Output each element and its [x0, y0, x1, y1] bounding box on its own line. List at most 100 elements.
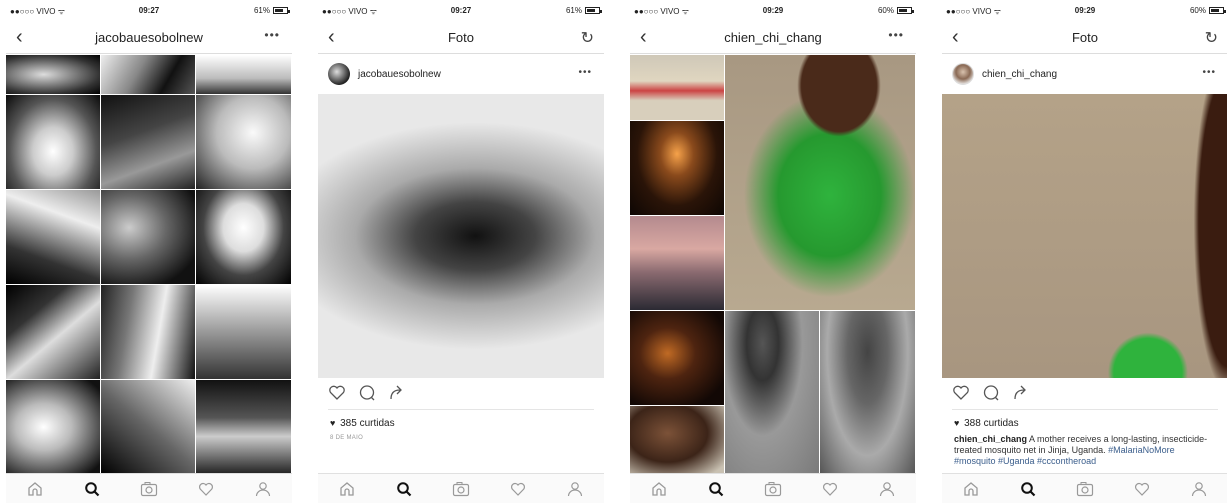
- grid-photo[interactable]: [6, 380, 101, 473]
- grid-photo[interactable]: [630, 55, 725, 121]
- grid-photo[interactable]: [196, 190, 292, 285]
- status-bar: ●●○○○ VIVO ᯤ 09:27 61%: [6, 0, 292, 20]
- heart-icon[interactable]: [506, 477, 530, 501]
- comment-icon[interactable]: [358, 384, 376, 406]
- battery-icon: [897, 7, 914, 14]
- grid-photo[interactable]: [6, 55, 101, 95]
- grid-photo[interactable]: [196, 95, 292, 190]
- grid-photo[interactable]: [101, 380, 196, 473]
- photo-grid: [630, 55, 916, 473]
- grid-photo[interactable]: [101, 95, 196, 190]
- profile-icon[interactable]: [251, 477, 275, 501]
- more-options-icon[interactable]: •••: [578, 67, 592, 78]
- grid-photo[interactable]: [630, 406, 725, 473]
- nav-bar: ‹ chien_chi_chang •••: [630, 22, 916, 54]
- search-icon[interactable]: [80, 477, 104, 501]
- heart-small-icon: ♥: [954, 418, 960, 428]
- nav-title: Foto: [1071, 30, 1098, 45]
- photo-grid: [6, 55, 292, 473]
- battery-icon: [273, 7, 290, 14]
- post-actions: [328, 384, 406, 406]
- post-actions: [952, 384, 1030, 406]
- heart-icon[interactable]: [818, 477, 842, 501]
- grid-photo[interactable]: [630, 311, 725, 406]
- avatar[interactable]: [328, 63, 350, 85]
- camera-icon[interactable]: [1073, 477, 1097, 501]
- more-options-icon[interactable]: •••: [264, 28, 280, 42]
- battery-percent: 61%: [565, 6, 582, 15]
- comment-icon[interactable]: [982, 384, 1000, 406]
- grid-photo[interactable]: [196, 285, 292, 380]
- grid-photo[interactable]: [101, 55, 196, 95]
- more-options-icon[interactable]: •••: [888, 28, 904, 42]
- share-icon[interactable]: [388, 384, 406, 406]
- post-photo[interactable]: [318, 94, 604, 378]
- avatar[interactable]: [952, 63, 974, 85]
- home-icon[interactable]: [335, 477, 359, 501]
- grid-photo[interactable]: [6, 285, 101, 380]
- status-bar: ●●○○○ VIVO ᯤ 09:27 61%: [318, 0, 604, 20]
- grid-photo[interactable]: [725, 311, 820, 473]
- profile-icon[interactable]: [563, 477, 587, 501]
- nav-bar: ‹ Foto ↻: [942, 22, 1227, 54]
- status-bar: ●●○○○ VIVO ᯤ 09:29 60%: [942, 0, 1227, 20]
- grid-photo[interactable]: [6, 190, 101, 285]
- tab-bar: [318, 473, 604, 503]
- grid-photo[interactable]: [6, 95, 101, 190]
- battery-percent: 61%: [253, 6, 270, 15]
- caption-username[interactable]: chien_chi_chang: [954, 434, 1027, 444]
- back-button[interactable]: ‹: [640, 26, 647, 48]
- grid-photo[interactable]: [630, 121, 725, 216]
- grid-photo[interactable]: [820, 311, 916, 473]
- nav-bar: ‹ jacobauesobolnew •••: [6, 22, 292, 54]
- home-icon[interactable]: [23, 477, 47, 501]
- profile-icon[interactable]: [1187, 477, 1211, 501]
- tab-bar: [6, 473, 292, 503]
- share-icon[interactable]: [1012, 384, 1030, 406]
- screen-photo-chien_chi_chang: ●●○○○ VIVO ᯤ 09:29 60% ‹ Foto ↻ chien_ch…: [942, 0, 1227, 503]
- camera-icon[interactable]: [761, 477, 785, 501]
- status-bar: ●●○○○ VIVO ᯤ 09:29 60%: [630, 0, 916, 20]
- grid-photo[interactable]: [101, 285, 196, 380]
- grid-photo[interactable]: [101, 190, 196, 285]
- clock: 09:27: [450, 6, 472, 15]
- grid-photo-feature[interactable]: [725, 55, 916, 311]
- post-username[interactable]: chien_chi_chang: [982, 69, 1057, 80]
- home-icon[interactable]: [647, 477, 671, 501]
- grid-photo[interactable]: [196, 55, 292, 95]
- heart-icon[interactable]: [194, 477, 218, 501]
- tab-bar: [942, 473, 1227, 503]
- refresh-icon[interactable]: ↻: [581, 28, 594, 48]
- post-username[interactable]: jacobauesobolnew: [358, 69, 441, 80]
- screen-profile-jacobauesobolnew: ●●○○○ VIVO ᯤ 09:27 61% ‹ jacobauesobolne…: [6, 0, 292, 503]
- grid-photo[interactable]: [196, 380, 292, 473]
- screen-profile-chien_chi_chang: ●●○○○ VIVO ᯤ 09:29 60% ‹ chien_chi_chang…: [630, 0, 916, 503]
- divider: [952, 409, 1218, 410]
- like-icon[interactable]: [328, 384, 346, 406]
- search-icon[interactable]: [392, 477, 416, 501]
- search-icon[interactable]: [1016, 477, 1040, 501]
- clock: 09:29: [762, 6, 784, 15]
- battery-percent: 60%: [877, 6, 894, 15]
- camera-icon[interactable]: [449, 477, 473, 501]
- nav-bar: ‹ Foto ↻: [318, 22, 604, 54]
- back-button[interactable]: ‹: [952, 26, 959, 48]
- camera-icon[interactable]: [137, 477, 161, 501]
- home-icon[interactable]: [959, 477, 983, 501]
- screen-photo-jacobauesobolnew: ●●○○○ VIVO ᯤ 09:27 61% ‹ Foto ↻ jacobaue…: [318, 0, 604, 503]
- refresh-icon[interactable]: ↻: [1205, 28, 1218, 48]
- post-photo[interactable]: [942, 94, 1227, 378]
- nav-title: jacobauesobolnew: [95, 30, 203, 45]
- search-icon[interactable]: [704, 477, 728, 501]
- like-icon[interactable]: [952, 384, 970, 406]
- back-button[interactable]: ‹: [328, 26, 335, 48]
- back-button[interactable]: ‹: [16, 26, 23, 48]
- nav-title: chien_chi_chang: [724, 30, 822, 45]
- heart-icon[interactable]: [1130, 477, 1154, 501]
- profile-icon[interactable]: [875, 477, 899, 501]
- more-options-icon[interactable]: •••: [1202, 67, 1216, 78]
- tab-bar: [630, 473, 916, 503]
- like-count[interactable]: ♥ 385 curtidas: [330, 418, 395, 429]
- grid-photo[interactable]: [630, 216, 725, 311]
- like-count[interactable]: ♥ 388 curtidas: [954, 418, 1019, 429]
